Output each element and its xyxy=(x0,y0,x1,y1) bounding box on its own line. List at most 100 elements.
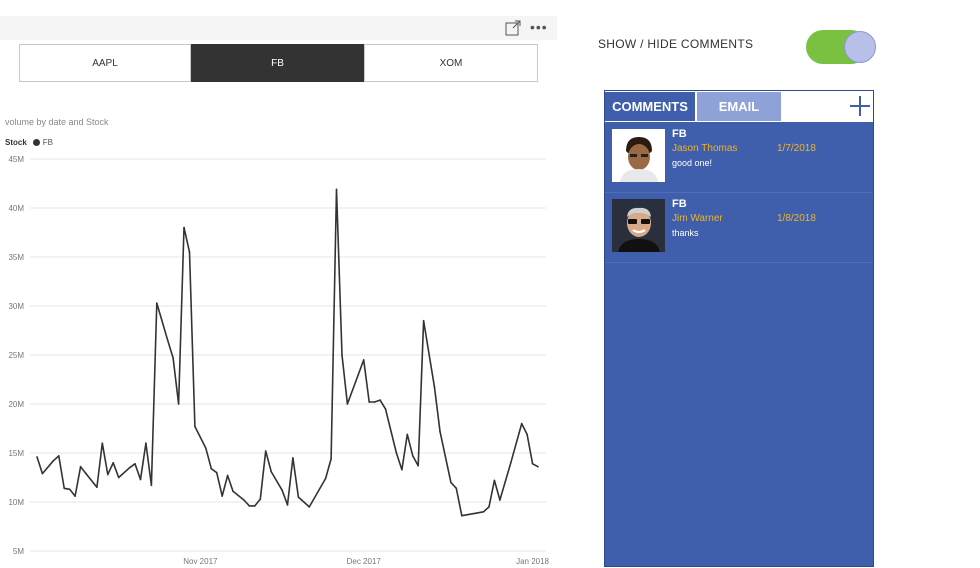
data-point xyxy=(422,319,425,322)
data-point xyxy=(488,506,490,508)
y-tick-label: 35M xyxy=(8,253,24,262)
tab-email[interactable]: EMAIL xyxy=(697,92,781,121)
series-line-fb xyxy=(36,188,539,517)
data-point xyxy=(477,511,479,514)
comment-author: Jim Warner xyxy=(672,213,723,224)
comments-panel: COMMENTS EMAIL FB Jason Thomas 1/7/2018 … xyxy=(604,90,874,567)
data-point xyxy=(36,456,38,458)
data-point xyxy=(210,467,213,470)
data-point xyxy=(85,472,87,475)
data-point xyxy=(384,408,387,410)
data-point xyxy=(254,505,256,507)
data-point xyxy=(335,188,338,191)
slicer-option-aapl[interactable]: AAPL xyxy=(19,44,191,82)
comment-author: Jason Thomas xyxy=(672,143,738,154)
data-point xyxy=(324,477,327,480)
data-point xyxy=(156,302,158,304)
data-point xyxy=(264,450,267,452)
comment-stock: FB xyxy=(672,128,687,140)
data-point xyxy=(281,489,283,492)
data-point xyxy=(362,359,365,361)
data-point xyxy=(41,472,44,475)
data-point xyxy=(450,481,452,484)
data-point xyxy=(243,499,245,501)
y-tick-label: 30M xyxy=(8,302,24,311)
data-point xyxy=(166,339,169,342)
y-tick-label: 20M xyxy=(8,400,24,409)
panel-tabs: COMMENTS EMAIL xyxy=(605,91,873,122)
data-point xyxy=(379,399,381,401)
comment-text: thanks xyxy=(672,228,699,238)
visual-header xyxy=(0,16,557,40)
data-point xyxy=(215,471,218,474)
data-point xyxy=(455,487,458,490)
data-point xyxy=(401,468,403,471)
data-point xyxy=(373,401,376,403)
data-point xyxy=(509,462,512,464)
data-point xyxy=(221,495,223,497)
tab-comments[interactable]: COMMENTS xyxy=(605,92,695,121)
data-point xyxy=(357,373,360,376)
line-chart: 5M 10M 15M 20M 25M 30M 35M 40M 45M Nov 2017 Dec 20… xyxy=(8,155,549,566)
y-tick-label: 25M xyxy=(8,351,24,360)
data-point xyxy=(128,466,131,469)
data-point xyxy=(292,457,294,459)
y-tick-label: 40M xyxy=(8,204,24,213)
data-point xyxy=(433,386,436,389)
data-point xyxy=(226,474,229,477)
plus-icon[interactable] xyxy=(849,95,871,117)
data-point xyxy=(341,354,343,356)
y-tick-label: 10M xyxy=(8,498,24,507)
data-point xyxy=(232,490,234,493)
focus-mode-icon[interactable] xyxy=(505,20,521,36)
data-point xyxy=(308,506,311,508)
toggle-knob[interactable] xyxy=(844,31,876,63)
data-point xyxy=(150,484,153,487)
data-point xyxy=(286,504,289,506)
data-point xyxy=(134,462,136,465)
data-point xyxy=(330,458,332,460)
data-point xyxy=(63,487,66,490)
avatar xyxy=(612,129,665,182)
x-tick-label: Dec 2017 xyxy=(347,557,382,566)
data-point xyxy=(101,442,104,445)
data-point xyxy=(531,462,534,465)
data-point xyxy=(460,514,463,517)
data-point xyxy=(74,495,76,497)
slicer-option-fb[interactable]: FB xyxy=(191,44,364,82)
slicer-option-xom[interactable]: XOM xyxy=(364,44,538,82)
data-point xyxy=(395,452,398,454)
data-point xyxy=(346,403,349,405)
y-tick-label: 15M xyxy=(8,449,24,458)
data-point xyxy=(406,433,409,436)
comment-stock: FB xyxy=(672,198,687,210)
data-point xyxy=(411,455,414,457)
comment-date: 1/8/2018 xyxy=(777,213,816,224)
legend-label-fb: FB xyxy=(42,138,54,147)
data-point xyxy=(493,479,496,482)
avatar xyxy=(612,199,665,252)
chart-title: volume by date and Stock xyxy=(5,117,109,127)
y-tick-label: 45M xyxy=(8,155,24,164)
data-point xyxy=(172,357,174,359)
comment-item: FB Jason Thomas 1/7/2018 good one! xyxy=(605,122,873,193)
comment-item: FB Jim Warner 1/8/2018 thanks xyxy=(605,192,873,263)
comment-text: good one! xyxy=(672,158,713,168)
data-point xyxy=(52,460,55,462)
toggle-label: SHOW / HIDE COMMENTS xyxy=(598,37,754,51)
x-tick-label: Nov 2017 xyxy=(183,557,218,566)
data-point xyxy=(248,505,251,507)
data-point xyxy=(526,433,528,436)
y-tick-label: 5M xyxy=(13,547,24,556)
data-point xyxy=(520,422,523,425)
data-point xyxy=(417,464,419,467)
data-point xyxy=(368,401,370,403)
data-point xyxy=(270,470,272,473)
data-point xyxy=(96,486,98,489)
show-hide-comments-toggle[interactable] xyxy=(806,30,878,64)
more-options-icon[interactable]: ••• xyxy=(530,18,548,36)
x-tick-label: Jan 2018 xyxy=(516,557,549,566)
data-point xyxy=(188,251,191,253)
chart-legend: Stock FB xyxy=(5,138,53,147)
legend-title: Stock xyxy=(5,138,27,147)
